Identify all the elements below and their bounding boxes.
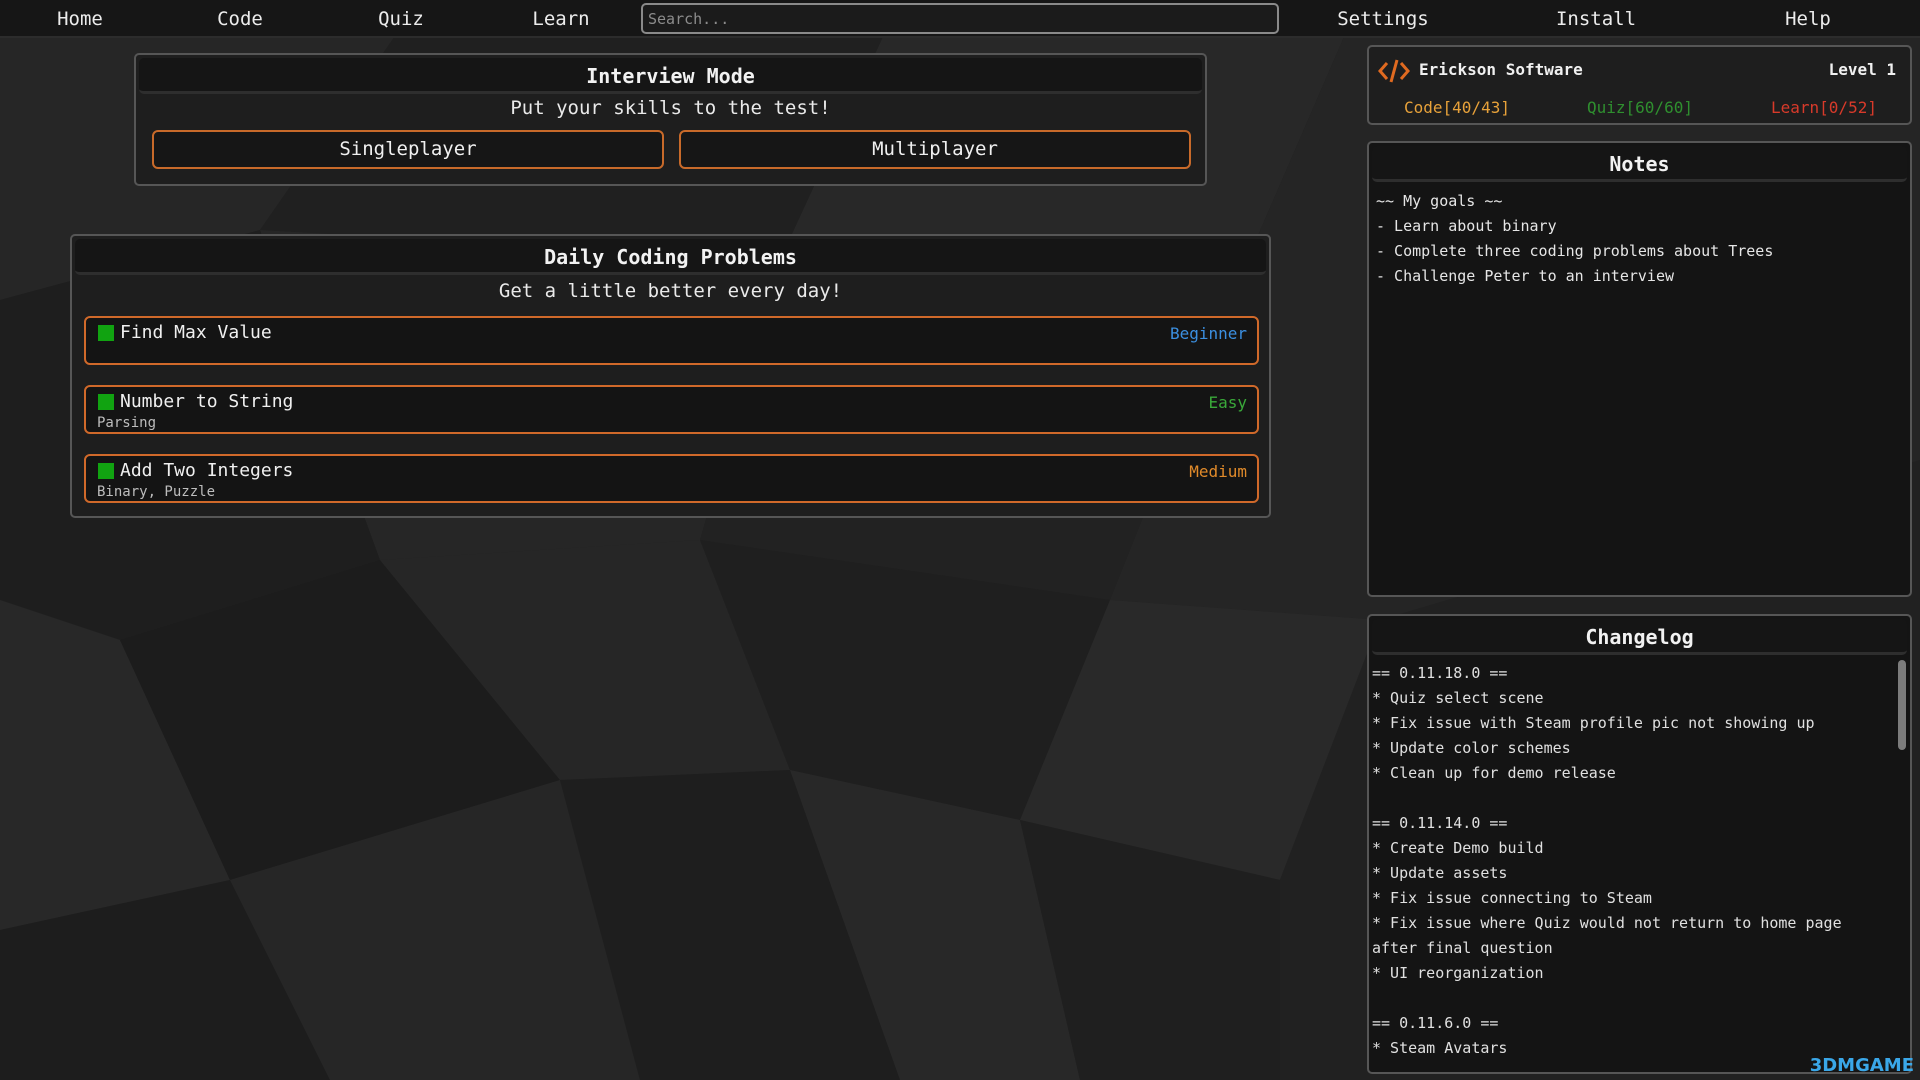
- changelog-text: == 0.11.18.0 == * Quiz select scene * Fi…: [1372, 664, 1842, 1057]
- notes-panel[interactable]: Notes ~~ My goals ~~ - Learn about binar…: [1367, 141, 1912, 597]
- nav-settings[interactable]: Settings: [1328, 6, 1438, 32]
- profile-level: Level 1: [1828, 60, 1896, 79]
- multiplayer-button[interactable]: Multiplayer: [679, 130, 1191, 169]
- daily-problems-subtitle: Get a little better every day!: [498, 280, 843, 302]
- problem-difficulty: Beginner: [1169, 324, 1247, 343]
- code-progress: Code[40/43]: [1404, 98, 1510, 117]
- problem-tags: Parsing: [97, 415, 157, 431]
- problem-tags: Binary, Puzzle: [97, 484, 216, 500]
- problem-item[interactable]: Number to String Parsing Easy: [84, 385, 1259, 434]
- interview-mode-panel: Interview Mode Put your skills to the te…: [134, 53, 1207, 186]
- daily-problems-panel: Daily Coding Problems Get a little bette…: [70, 234, 1271, 518]
- problem-title: Add Two Integers: [120, 460, 294, 481]
- nav-home[interactable]: Home: [40, 6, 120, 32]
- quiz-progress: Quiz[60/60]: [1587, 98, 1693, 117]
- changelog-panel: Changelog == 0.11.18.0 == * Quiz select …: [1367, 614, 1912, 1074]
- notes-line: - Learn about binary: [1376, 217, 1557, 235]
- completed-check-icon: [98, 394, 114, 410]
- watermark-logo: 3DMGAME: [1809, 1055, 1914, 1076]
- notes-line: - Challenge Peter to an interview: [1376, 267, 1675, 285]
- problem-item[interactable]: Find Max Value Beginner: [84, 316, 1259, 365]
- problem-title: Number to String: [120, 391, 294, 412]
- nav-learn[interactable]: Learn: [521, 6, 601, 32]
- notes-text[interactable]: ~~ My goals ~~ - Learn about binary - Co…: [1376, 189, 1900, 289]
- problem-difficulty: Easy: [1208, 393, 1247, 412]
- completed-check-icon: [98, 463, 114, 479]
- profile-panel: Erickson Software Level 1 Code[40/43] Qu…: [1367, 45, 1912, 125]
- code-brackets-icon: [1378, 59, 1410, 83]
- changelog-scrollbar[interactable]: [1898, 660, 1906, 750]
- notes-line: - Complete three coding problems about T…: [1376, 242, 1774, 260]
- top-navigation-bar: Home Code Quiz Learn Settings Install He…: [0, 0, 1920, 38]
- problem-difficulty: Medium: [1189, 462, 1247, 481]
- notes-title: Notes: [1372, 146, 1907, 182]
- singleplayer-button[interactable]: Singleplayer: [152, 130, 664, 169]
- profile-name: Erickson Software: [1419, 60, 1583, 79]
- daily-problems-title: Daily Coding Problems: [75, 239, 1266, 275]
- notes-line: ~~ My goals ~~: [1376, 192, 1503, 210]
- nav-install[interactable]: Install: [1541, 6, 1651, 32]
- problem-item[interactable]: Add Two Integers Binary, Puzzle Medium: [84, 454, 1259, 503]
- search-input[interactable]: [641, 3, 1279, 34]
- problem-title: Find Max Value: [120, 322, 272, 343]
- interview-mode-title: Interview Mode: [139, 58, 1202, 94]
- learn-progress: Learn[0/52]: [1771, 98, 1877, 117]
- nav-help[interactable]: Help: [1753, 6, 1863, 32]
- nav-code[interactable]: Code: [200, 6, 280, 32]
- interview-mode-subtitle: Put your skills to the test!: [510, 97, 831, 119]
- nav-quiz[interactable]: Quiz: [361, 6, 441, 32]
- completed-check-icon: [98, 325, 114, 341]
- changelog-title: Changelog: [1372, 619, 1907, 655]
